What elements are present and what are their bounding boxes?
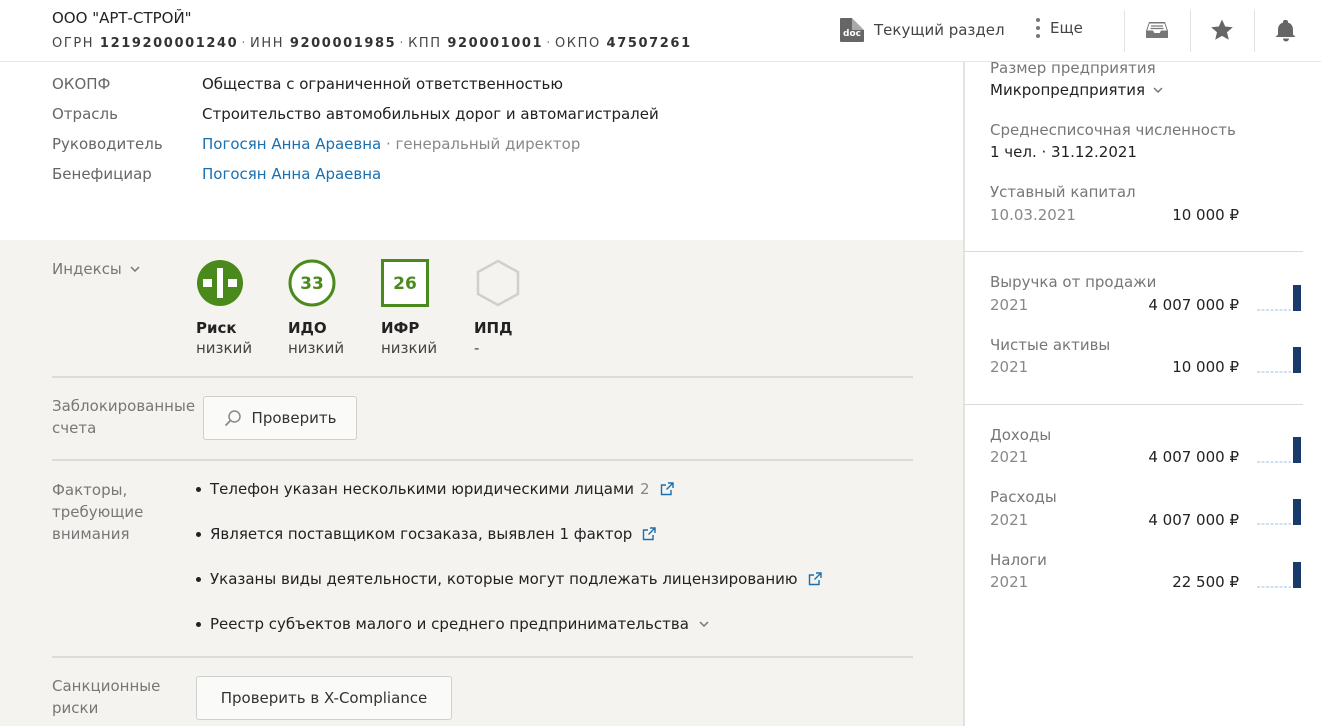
capital-date: 10.03.2021 (990, 206, 1076, 224)
risk-index-icon (197, 260, 243, 306)
star-icon[interactable] (1208, 16, 1236, 44)
okpo-label: ОКПО (554, 36, 601, 51)
factor-item: Телефон указан несколькими юридическими … (196, 480, 674, 498)
ogrn-label: ОГРН (52, 36, 95, 51)
headcount-label: Среднесписочная численность (990, 121, 1236, 139)
company-size-dropdown[interactable]: Микропредприятия (990, 81, 1163, 99)
external-link-icon[interactable] (642, 527, 656, 541)
check-x-compliance-button[interactable]: Проверить в X-Compliance (196, 676, 452, 720)
index-ipd[interactable]: ИПД - (474, 259, 554, 357)
inn-value[interactable]: 9200001985 (290, 36, 396, 51)
sparkline-chart (1257, 499, 1301, 525)
capital-value: 10 000 ₽ (1172, 206, 1239, 224)
company-name: ООО "АРТ-СТРОЙ" (52, 9, 192, 27)
section-divider (52, 656, 913, 658)
capital-label: Уставный капитал (990, 183, 1136, 201)
industry-label: Отрасль (52, 105, 118, 123)
index-ifr[interactable]: 26 ИФР низкий (381, 259, 461, 357)
sparkline-chart (1257, 562, 1301, 588)
doc-icon: doc (840, 18, 864, 42)
ido-index-level: низкий (288, 339, 345, 357)
factor-count: 2 (640, 480, 650, 498)
sidebar-divider (965, 251, 1303, 252)
ifr-index-name: ИФР (381, 319, 420, 337)
sidebar-divider (965, 404, 1303, 405)
company-summary-sidebar: Размер предприятия Микропредприятия Сред… (965, 59, 1321, 726)
ogrn-value[interactable]: 1219200001240 (100, 36, 238, 51)
factor-item: Является поставщиком госзаказа, выявлен … (196, 525, 656, 543)
sparkline-chart (1257, 437, 1301, 463)
external-link-icon[interactable] (660, 482, 674, 496)
search-icon (224, 410, 241, 427)
headcount-value: 1 чел. · 31.12.2021 (990, 143, 1137, 161)
beneficiary-name-link[interactable]: Погосян Анна Араевна (202, 165, 381, 183)
factor-item: Указаны виды деятельности, которые могут… (196, 570, 822, 588)
more-button[interactable]: Еще (1036, 18, 1083, 38)
company-header: ООО "АРТ-СТРОЙ" ОГРН 1219200001240 · ИНН 9… (0, 0, 1321, 62)
inbox-icon[interactable] (1143, 16, 1171, 44)
ifr-index-value: 26 (393, 274, 417, 294)
head-position: · генеральный директор (381, 135, 581, 153)
header-divider (1254, 10, 1255, 52)
kpp-label: КПП (408, 36, 442, 51)
factor-item-sme-registry[interactable]: Реестр субъектов малого и среднего предп… (196, 615, 709, 633)
section-divider (52, 376, 913, 378)
risk-index-level: низкий (196, 339, 253, 357)
current-section-button[interactable]: doc Текущий раздел (840, 18, 1005, 42)
chevron-down-icon (130, 266, 140, 272)
attention-factors-label: Факторы, требующие внимания (52, 481, 144, 543)
ido-index-name: ИДО (288, 319, 327, 337)
okopf-value: Общества с ограниченной ответственностью (202, 75, 563, 93)
ipd-index-level: - (474, 339, 480, 357)
company-overview-panel: ОКОПФ Общества с ограниченной ответствен… (0, 62, 963, 726)
beneficiary-label: Бенефициар (52, 165, 152, 183)
more-label: Еще (1050, 19, 1083, 37)
index-ido[interactable]: 33 ИДО низкий (288, 259, 368, 357)
section-divider (52, 459, 913, 461)
ido-index-badge: 33 (288, 259, 336, 307)
okpo-value[interactable]: 47507261 (607, 36, 692, 51)
chevron-down-icon (1153, 87, 1163, 93)
blocked-accounts-label: Заблокированные счета (52, 397, 196, 437)
industry-value: Строительство автомобильных дорог и авто… (202, 105, 659, 123)
company-details: ОКОПФ Общества с ограниченной ответствен… (0, 62, 963, 240)
ifr-index-badge: 26 (381, 259, 429, 307)
indices-label: Индексы (52, 260, 122, 278)
risk-index-name: Риск (196, 319, 237, 337)
more-dots-icon (1036, 18, 1040, 38)
index-risk[interactable]: Риск низкий (196, 259, 276, 357)
sanctions-risks-label: Санкционные риски (52, 677, 161, 717)
header-divider (1124, 10, 1125, 52)
ifr-index-level: низкий (381, 339, 438, 357)
head-label: Руководитель (52, 135, 163, 153)
head-name-link[interactable]: Погосян Анна Араевна (202, 135, 381, 153)
check-blocked-accounts-button[interactable]: Проверить (203, 396, 357, 440)
chevron-down-icon (699, 621, 709, 627)
okopf-label: ОКОПФ (52, 75, 111, 93)
header-divider (1190, 10, 1191, 52)
current-section-label: Текущий раздел (874, 21, 1005, 39)
kpp-value[interactable]: 920001001 (447, 36, 543, 51)
ido-index-value: 33 (300, 274, 324, 294)
sparkline-chart (1257, 347, 1301, 373)
inn-label: ИНН (250, 36, 285, 51)
ipd-index-hexagon-icon (476, 259, 520, 307)
ipd-index-name: ИПД (474, 319, 513, 337)
indices-toggle[interactable]: Индексы (52, 258, 140, 280)
external-link-icon[interactable] (808, 572, 822, 586)
bell-icon[interactable] (1272, 16, 1300, 44)
sparkline-chart (1257, 285, 1301, 311)
company-identifiers: ОГРН 1219200001240 · ИНН 9200001985 · КПП 92… (52, 36, 692, 51)
